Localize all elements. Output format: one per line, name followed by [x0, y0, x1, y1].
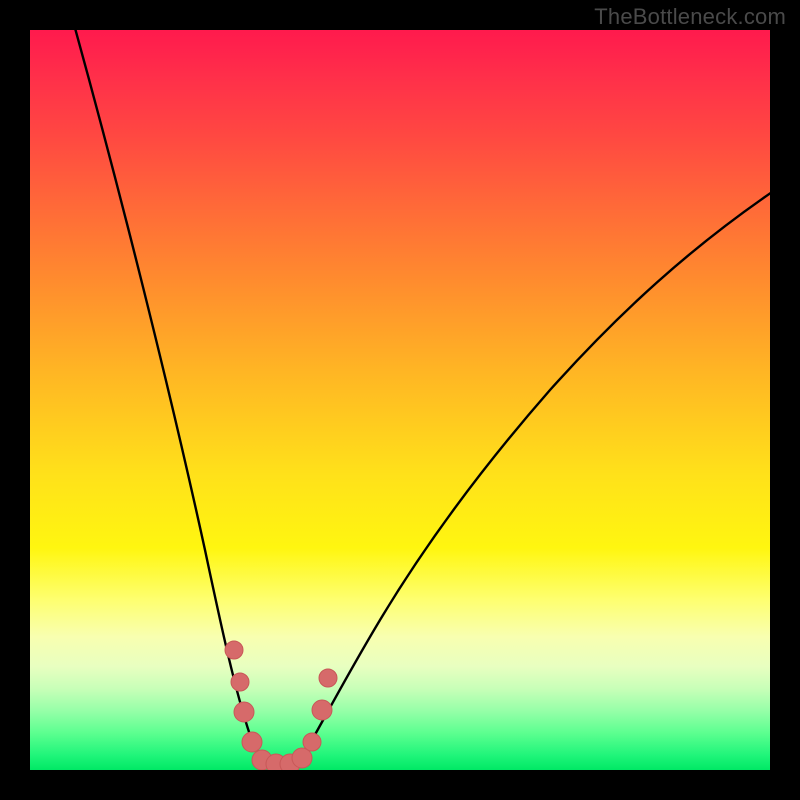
marker-dot	[312, 700, 332, 720]
marker-dot	[242, 732, 262, 752]
chart-frame: TheBottleneck.com	[0, 0, 800, 800]
plot-area	[30, 30, 770, 770]
marker-cluster	[225, 641, 337, 770]
marker-dot	[319, 669, 337, 687]
marker-dot	[303, 733, 321, 751]
marker-dot	[225, 641, 243, 659]
watermark-text: TheBottleneck.com	[594, 4, 786, 30]
curve-left-branch	[70, 30, 276, 769]
marker-dot	[234, 702, 254, 722]
marker-dot	[231, 673, 249, 691]
bottleneck-curve-svg	[30, 30, 770, 770]
curve-right-branch	[276, 190, 770, 769]
